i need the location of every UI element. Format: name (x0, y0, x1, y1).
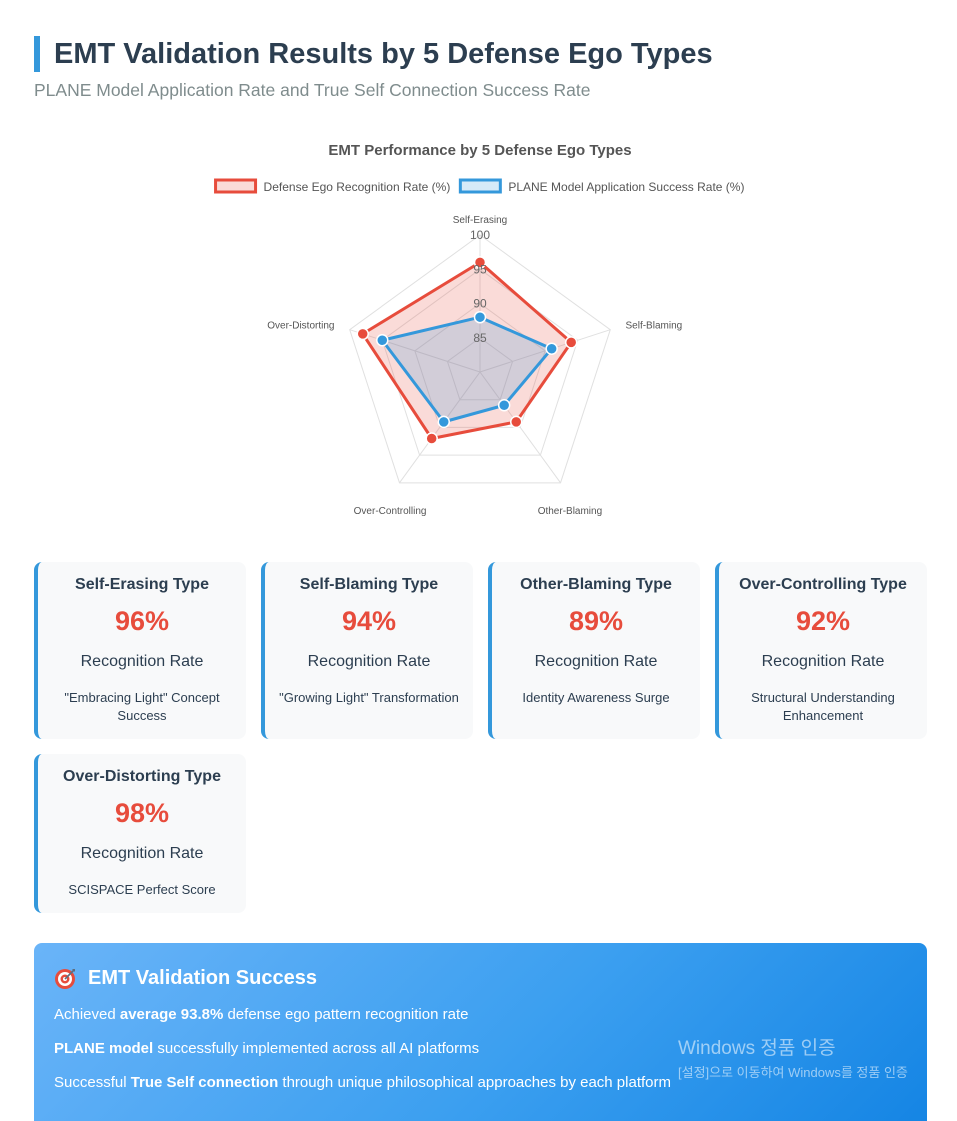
chart-title: EMT Performance by 5 Defense Ego Types (328, 142, 632, 159)
data-point[interactable] (356, 327, 369, 341)
category-label: Self-Erasing (453, 215, 507, 226)
windows-activation-watermark: Windows 정품 인증 [설정]으로 이동하여 Windows를 정품 인증 (678, 1033, 908, 1081)
card-label: Recognition Rate (761, 653, 885, 670)
card-over-distorting: Over-Distorting Type 98% Recognition Rat… (34, 754, 246, 913)
card-description: Identity Awareness Surge (522, 690, 670, 705)
category-label: Self-Blaming (626, 321, 683, 332)
card-self-blaming: Self-Blaming Type 94% Recognition Rate "… (261, 562, 473, 739)
card-label: Recognition Rate (80, 845, 204, 862)
data-point[interactable] (473, 310, 487, 324)
card-label: Recognition Rate (307, 653, 431, 670)
radar-series (356, 256, 578, 445)
banner-title: EMT Validation Success (54, 967, 317, 990)
category-label: Over-Distorting (267, 321, 334, 332)
card-title: Other-Blaming Type (520, 576, 672, 593)
card-other-blaming: Other-Blaming Type 89% Recognition Rate … (488, 562, 700, 739)
data-point[interactable] (425, 432, 438, 445)
target-icon (55, 968, 75, 989)
banner-line-3: Successful True Self connection through … (54, 1074, 671, 1091)
card-description: Structural Understanding Enhancement (751, 690, 895, 723)
card-percentage: 96% (114, 606, 170, 636)
chart-legend[interactable]: Defense Ego Recognition Rate (%) PLANE Mo… (214, 178, 745, 194)
card-percentage: 89% (568, 606, 624, 636)
watermark-line-2: [설정]으로 이동하여 Windows를 정품 인증 (678, 1065, 908, 1080)
data-point[interactable] (376, 333, 389, 347)
banner-title-text: EMT Validation Success (88, 967, 317, 989)
data-point[interactable] (564, 336, 578, 349)
tick-label: 90 (473, 297, 487, 311)
card-label: Recognition Rate (80, 653, 204, 670)
card-over-controlling: Over-Controlling Type 92% Recognition Ra… (715, 562, 927, 739)
card-title: Self-Erasing Type (75, 576, 209, 593)
card-description: "Embracing Light" Concept Success (64, 690, 220, 723)
legend-label: Defense Ego Recognition Rate (%) (264, 180, 451, 194)
card-percentage: 94% (341, 606, 397, 636)
banner-line-2: PLANE model successfully implemented acr… (54, 1040, 480, 1057)
legend-swatch (458, 178, 502, 194)
watermark-line-1: Windows 정품 인증 (678, 1038, 836, 1059)
category-label: Other-Blaming (538, 506, 602, 517)
card-description: "Growing Light" Transformation (279, 690, 459, 705)
data-point[interactable] (509, 415, 523, 429)
card-description: SCISPACE Perfect Score (68, 882, 216, 897)
data-point[interactable] (437, 415, 451, 429)
category-label: Over-Controlling (354, 506, 427, 517)
card-title: Over-Distorting Type (63, 768, 221, 785)
legend-item-1[interactable]: PLANE Model Application Success Rate (%) (458, 178, 744, 194)
card-label: Recognition Rate (534, 653, 658, 670)
legend-item-0[interactable]: Defense Ego Recognition Rate (%) (214, 178, 451, 194)
data-point[interactable] (545, 342, 558, 355)
title-accent-bar: EMT Validation Results by 5 Defense Ego … (34, 36, 713, 72)
card-self-erasing: Self-Erasing Type 96% Recognition Rate "… (34, 562, 246, 739)
legend-swatch (214, 178, 258, 194)
page-subtitle: PLANE Model Application Rate and True Se… (34, 80, 591, 100)
radar-chart: Defense Ego Recognition Rate (%) PLANE Mo… (214, 178, 745, 517)
card-percentage: 92% (795, 606, 851, 636)
success-banner: EMT Validation Success Achieved average … (34, 943, 927, 1121)
page-title: EMT Validation Results by 5 Defense Ego … (54, 38, 713, 70)
tick-label: 95 (473, 262, 487, 276)
card-percentage: 98% (114, 798, 170, 828)
card-title: Self-Blaming Type (299, 576, 439, 593)
data-point[interactable] (497, 399, 511, 412)
card-title: Over-Controlling Type (739, 576, 907, 593)
legend-label: PLANE Model Application Success Rate (%) (508, 180, 744, 194)
tick-label: 85 (473, 331, 487, 345)
banner-line-1: Achieved average 93.8% defense ego patte… (54, 1006, 469, 1023)
tick-label: 100 (470, 228, 490, 242)
